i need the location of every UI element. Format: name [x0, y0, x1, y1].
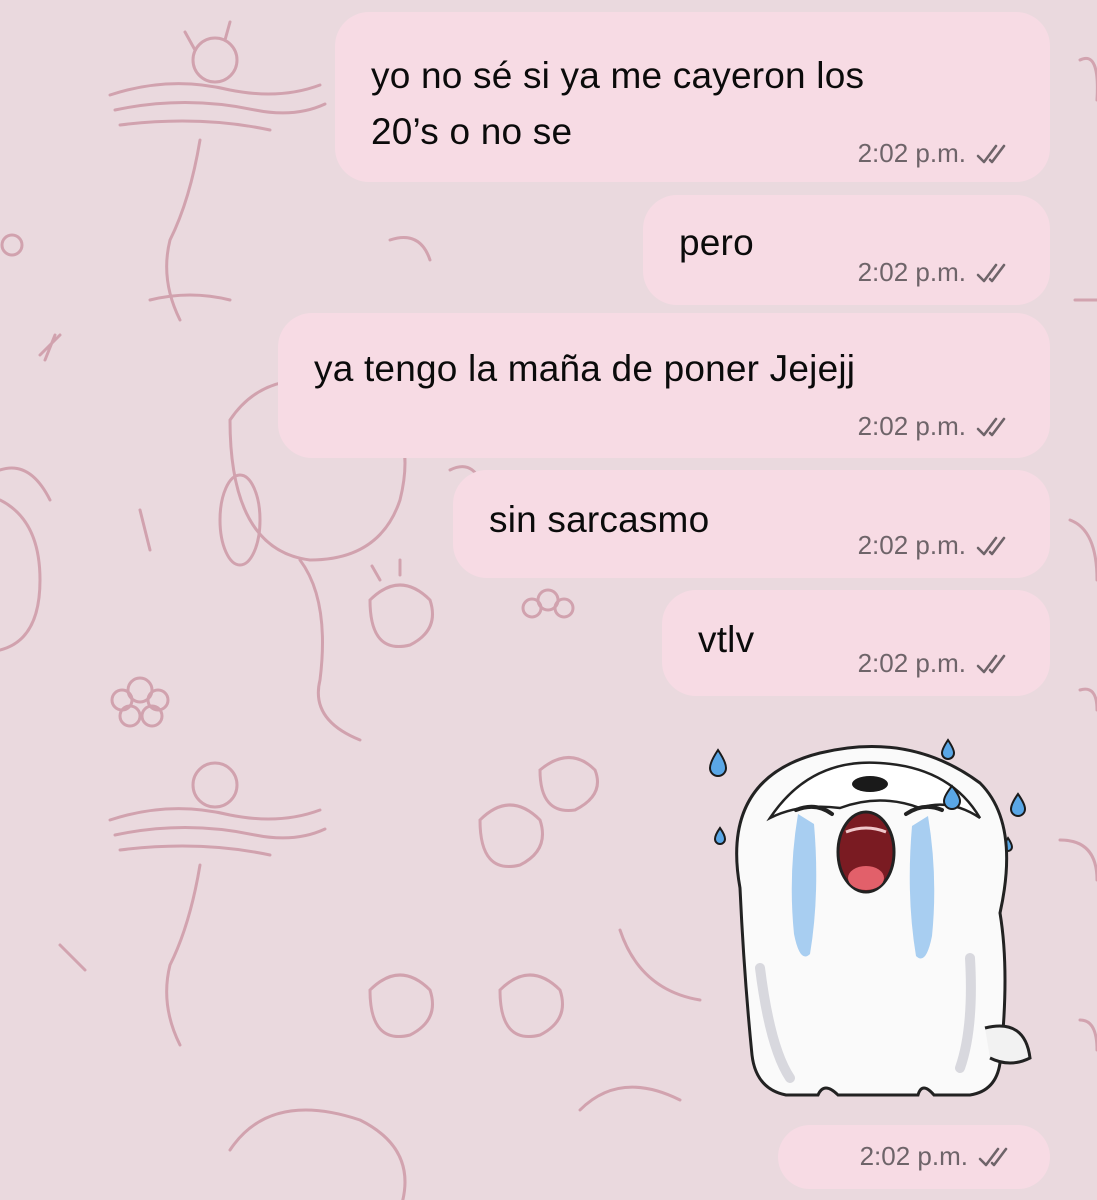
message-time: 2:02 p.m.	[857, 530, 966, 560]
message-bubble[interactable]: ya tengo la maña de poner Jejejj 2:02 p.…	[278, 313, 1050, 458]
double-check-icon	[976, 417, 1006, 436]
message-meta: 2:02 p.m.	[858, 411, 1016, 442]
message-bubble[interactable]: vtlv 2:02 p.m.	[662, 590, 1050, 696]
message-meta: 2:02 p.m.	[858, 257, 1016, 288]
message-meta: 2:02 p.m.	[860, 1141, 1018, 1172]
message-time: 2:02 p.m.	[859, 1141, 968, 1171]
message-bubble[interactable]: sin sarcasmo 2:02 p.m.	[453, 470, 1050, 578]
message-text: vtlv	[698, 619, 755, 660]
message-text: yo no sé si ya me cayeron los 20’s o no …	[371, 55, 865, 152]
double-check-icon	[976, 536, 1006, 555]
message-time: 2:02 p.m.	[857, 138, 966, 168]
message-bubble[interactable]: pero 2:02 p.m.	[643, 195, 1050, 305]
message-meta: 2:02 p.m.	[858, 648, 1016, 679]
message-meta: 2:02 p.m.	[858, 530, 1016, 561]
message-time: 2:02 p.m.	[857, 257, 966, 287]
double-check-icon	[976, 144, 1006, 163]
message-text: sin sarcasmo	[489, 499, 710, 540]
message-text: ya tengo la maña de poner Jejejj	[314, 348, 856, 389]
double-check-icon	[978, 1147, 1008, 1166]
message-time: 2:02 p.m.	[857, 411, 966, 441]
message-text: pero	[679, 222, 754, 263]
sticker-time-badge: 2:02 p.m.	[778, 1125, 1050, 1189]
message-bubble[interactable]: yo no sé si ya me cayeron los 20’s o no …	[335, 12, 1050, 182]
message-meta: 2:02 p.m.	[858, 138, 1016, 169]
crying-white-dog-sticker[interactable]	[700, 728, 1040, 1116]
double-check-icon	[976, 263, 1006, 282]
message-time: 2:02 p.m.	[857, 648, 966, 678]
double-check-icon	[976, 654, 1006, 673]
